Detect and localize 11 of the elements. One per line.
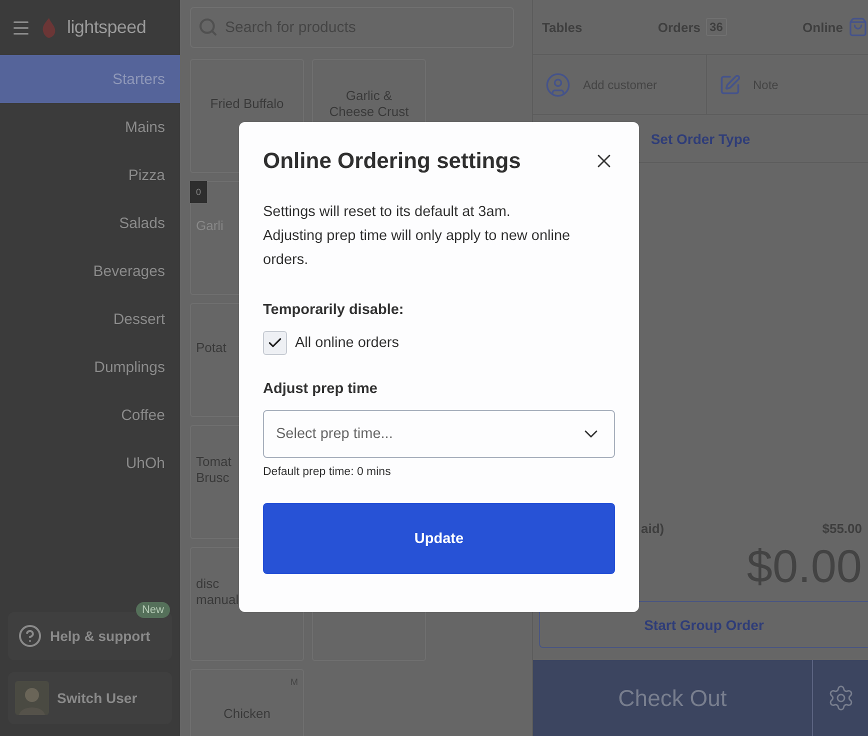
count-badge: 0 bbox=[190, 181, 208, 203]
section-heading: Temporarily disable: bbox=[263, 302, 405, 318]
brand-name: lightspeed bbox=[67, 17, 146, 38]
info-text: Settings will reset to its default at 3am. bbox=[263, 203, 512, 222]
new-badge: New bbox=[136, 602, 170, 618]
option-label: All online orders bbox=[295, 335, 399, 351]
section-heading: Adjust prep time bbox=[263, 381, 378, 397]
hint-text: Default prep time: 0 mins bbox=[263, 466, 392, 478]
help-label: Help & support bbox=[50, 628, 150, 644]
info-text: Adjusting prep time will only apply to new online orders. bbox=[263, 227, 572, 270]
switch-user-label: Switch User bbox=[57, 690, 138, 706]
